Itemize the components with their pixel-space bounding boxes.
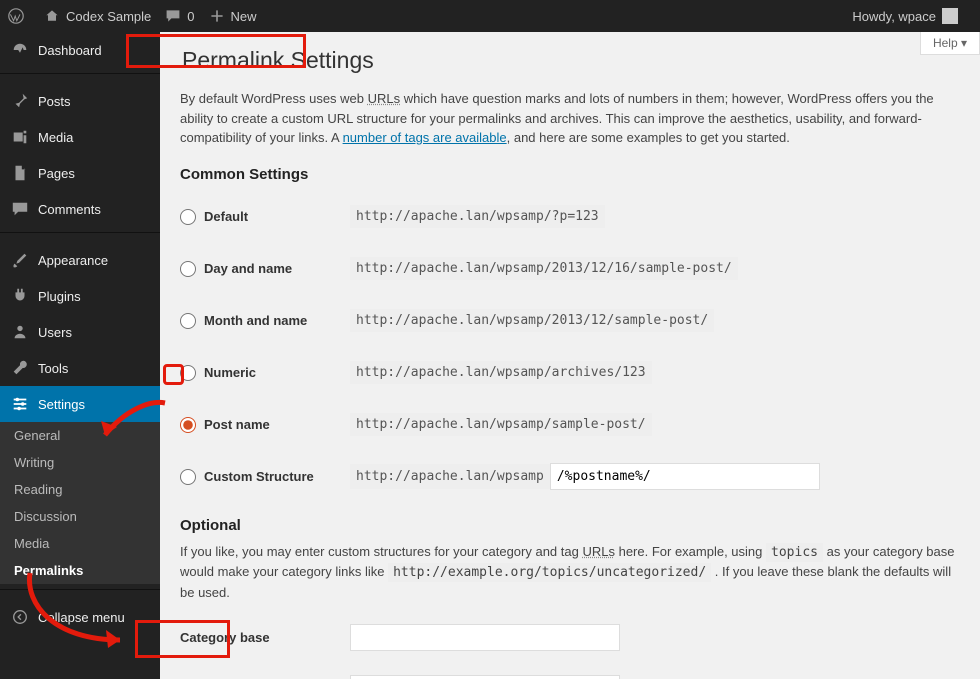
page-title: Permalink Settings	[180, 42, 384, 79]
optional-heading: Optional	[180, 517, 960, 534]
brush-icon	[10, 250, 30, 270]
admin-sidebar: Dashboard Posts Media Pages Comments App…	[0, 32, 160, 679]
optional-desc: If you like, you may enter custom struct…	[180, 542, 960, 603]
sidebar-item-label: Users	[38, 325, 72, 340]
home-icon	[44, 8, 60, 24]
submenu-media[interactable]: Media	[0, 530, 160, 557]
settings-submenu: General Writing Reading Discussion Media…	[0, 422, 160, 584]
wrench-icon	[10, 358, 30, 378]
plugin-icon	[10, 286, 30, 306]
custom-prefix: http://apache.lan/wpsamp	[350, 464, 550, 489]
comment-count: 0	[187, 9, 194, 24]
sidebar-item-label: Tools	[38, 361, 68, 376]
collapse-label: Collapse menu	[38, 610, 125, 625]
sidebar-item-tools[interactable]: Tools	[0, 350, 160, 386]
comment-icon	[165, 8, 181, 24]
radio-custom[interactable]	[180, 469, 196, 485]
radio-month-name[interactable]	[180, 313, 196, 329]
submenu-reading[interactable]: Reading	[0, 476, 160, 503]
help-label: Help	[933, 36, 958, 50]
tags-link[interactable]: number of tags are available	[343, 130, 507, 145]
option-numeric[interactable]: Numeric	[180, 365, 340, 381]
intro-desc: By default WordPress uses web URLs which…	[180, 89, 960, 148]
category-base-label: Category base	[180, 612, 350, 663]
sidebar-item-label: Posts	[38, 94, 71, 109]
permalink-options-table: Default http://apache.lan/wpsamp/?p=123 …	[180, 191, 960, 503]
sidebar-item-posts[interactable]: Posts	[0, 83, 160, 119]
howdy-label: Howdy, wpace	[852, 9, 936, 24]
collapse-menu[interactable]: Collapse menu	[0, 599, 160, 635]
radio-label: Day and name	[204, 261, 292, 276]
comments-link[interactable]: 0	[165, 8, 194, 24]
example-url-month: http://apache.lan/wpsamp/2013/12/sample-…	[350, 309, 714, 332]
sidebar-item-label: Settings	[38, 397, 85, 412]
content-area: Help ▾ Permalink Settings By default Wor…	[160, 32, 980, 679]
option-day-name[interactable]: Day and name	[180, 261, 340, 277]
site-name[interactable]: Codex Sample	[44, 8, 151, 24]
site-name-label: Codex Sample	[66, 9, 151, 24]
radio-label: Month and name	[204, 313, 307, 328]
sidebar-item-label: Media	[38, 130, 73, 145]
option-month-name[interactable]: Month and name	[180, 313, 340, 329]
sidebar-item-settings[interactable]: Settings	[0, 386, 160, 422]
my-account[interactable]: Howdy, wpace	[852, 8, 958, 24]
submenu-writing[interactable]: Writing	[0, 449, 160, 476]
submenu-discussion[interactable]: Discussion	[0, 503, 160, 530]
plus-icon	[209, 8, 225, 24]
sidebar-item-label: Appearance	[38, 253, 108, 268]
common-settings-heading: Common Settings	[180, 166, 960, 183]
sliders-icon	[10, 394, 30, 414]
avatar	[942, 8, 958, 24]
wp-logo[interactable]	[8, 8, 30, 24]
example-url-numeric: http://apache.lan/wpsamp/archives/123	[350, 361, 652, 384]
help-tab[interactable]: Help ▾	[920, 32, 980, 55]
radio-numeric[interactable]	[180, 365, 196, 381]
option-post-name[interactable]: Post name	[180, 417, 340, 433]
collapse-icon	[10, 607, 30, 627]
sidebar-item-label: Dashboard	[38, 43, 102, 58]
sidebar-item-plugins[interactable]: Plugins	[0, 278, 160, 314]
admin-bar: Codex Sample 0 New Howdy, wpace	[0, 0, 980, 32]
radio-label: Default	[204, 209, 248, 224]
sidebar-item-pages[interactable]: Pages	[0, 155, 160, 191]
category-base-input[interactable]	[350, 624, 620, 651]
radio-label: Custom Structure	[204, 469, 314, 484]
new-content[interactable]: New	[209, 8, 257, 24]
wordpress-icon	[8, 8, 24, 24]
new-label: New	[231, 9, 257, 24]
sidebar-item-media[interactable]: Media	[0, 119, 160, 155]
custom-structure-input[interactable]	[550, 463, 820, 490]
example-url-day: http://apache.lan/wpsamp/2013/12/16/samp…	[350, 257, 738, 280]
pin-icon	[10, 91, 30, 111]
radio-label: Post name	[204, 417, 270, 432]
radio-default[interactable]	[180, 209, 196, 225]
sidebar-item-label: Pages	[38, 166, 75, 181]
sidebar-item-label: Comments	[38, 202, 101, 217]
sidebar-item-users[interactable]: Users	[0, 314, 160, 350]
tag-base-label: Tag base	[180, 663, 350, 679]
submenu-permalinks[interactable]: Permalinks	[0, 557, 160, 584]
option-default[interactable]: Default	[180, 209, 340, 225]
sidebar-item-dashboard[interactable]: Dashboard	[0, 32, 160, 68]
example-url-default: http://apache.lan/wpsamp/?p=123	[350, 205, 605, 228]
sidebar-item-comments[interactable]: Comments	[0, 191, 160, 227]
sidebar-item-label: Plugins	[38, 289, 81, 304]
example-url-postname: http://apache.lan/wpsamp/sample-post/	[350, 413, 652, 436]
user-icon	[10, 322, 30, 342]
dashboard-icon	[10, 40, 30, 60]
page-icon	[10, 163, 30, 183]
submenu-general[interactable]: General	[0, 422, 160, 449]
radio-label: Numeric	[204, 365, 256, 380]
media-icon	[10, 127, 30, 147]
sidebar-item-appearance[interactable]: Appearance	[0, 242, 160, 278]
comments-icon	[10, 199, 30, 219]
radio-day-name[interactable]	[180, 261, 196, 277]
option-custom[interactable]: Custom Structure	[180, 469, 340, 485]
radio-post-name[interactable]	[180, 417, 196, 433]
tag-base-input[interactable]	[350, 675, 620, 679]
